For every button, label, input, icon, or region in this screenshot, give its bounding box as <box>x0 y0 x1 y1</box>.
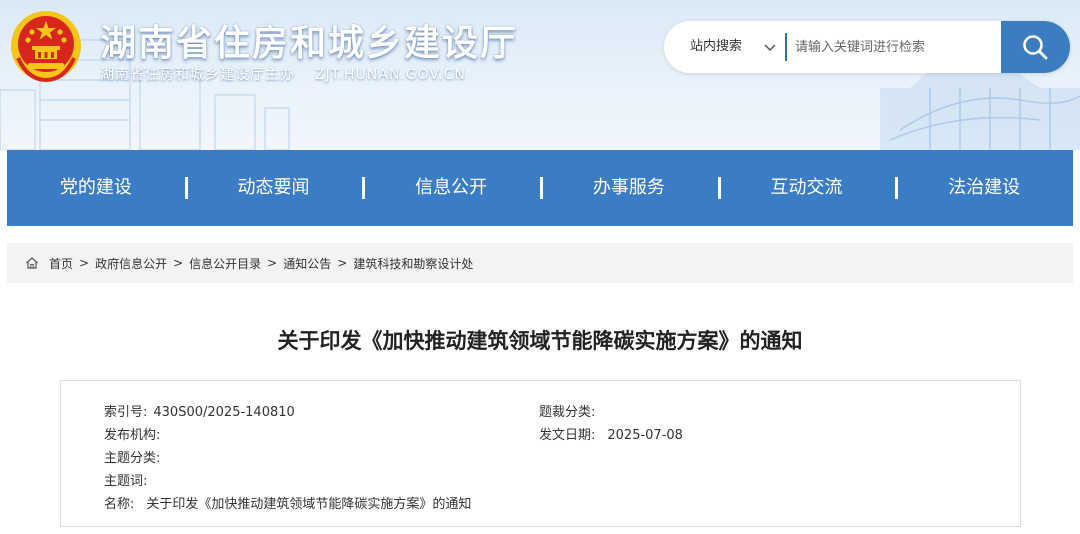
breadcrumb-separator: > <box>79 256 90 270</box>
meta-date: 发文日期: 2025-07-08 <box>539 424 683 443</box>
meta-name-label: 名称: <box>104 497 135 512</box>
nav-item-party-building[interactable]: 党的建设 <box>7 150 185 226</box>
meta-index: 索引号: 430S00/2025-140810 <box>104 401 295 420</box>
breadcrumb-separator: > <box>267 256 278 270</box>
breadcrumb-info-catalog[interactable]: 信息公开目录 <box>189 255 261 272</box>
site-header: 湖南省住房和城乡建设厅 湖南省住房和城乡建设厅主办 ZJT.HUNAN.GOV.C… <box>0 0 1080 150</box>
home-icon[interactable] <box>25 256 39 270</box>
document-metadata-box: 索引号: 430S00/2025-140810 题裁分类: 发布机构: 发文日期:… <box>60 380 1021 527</box>
breadcrumb-separator: > <box>337 256 348 270</box>
article-title: 关于印发《加快推动建筑领域节能降碳实施方案》的通知 <box>277 329 803 353</box>
nav-item-info-disclosure[interactable]: 信息公开 <box>362 150 540 226</box>
meta-date-label: 发文日期: <box>539 428 596 443</box>
nav-item-news[interactable]: 动态要闻 <box>184 150 363 226</box>
breadcrumb-notices[interactable]: 通知公告 <box>283 255 331 272</box>
main-nav: 党的建设 动态要闻 信息公开 办事服务 互动交流 法治建设 <box>7 150 1073 226</box>
breadcrumb-department[interactable]: 建筑科技和勘察设计处 <box>353 255 473 272</box>
site-domain: ZJT.HUNAN.GOV.CN <box>315 67 466 83</box>
meta-date-value: 2025-07-08 <box>607 428 683 443</box>
meta-genre: 题裁分类: <box>539 401 601 420</box>
breadcrumb-home[interactable]: 首页 <box>49 255 73 272</box>
meta-topic: 主题分类: <box>104 447 166 466</box>
site-subtitle: 湖南省住房和城乡建设厅主办 ZJT.HUNAN.GOV.CN <box>100 64 486 84</box>
meta-keywords-label: 主题词: <box>104 474 148 489</box>
meta-name-value: 关于印发《加快推动建筑领域节能降碳实施方案》的通知 <box>146 497 472 512</box>
breadcrumb-gov-info[interactable]: 政府信息公开 <box>95 255 167 272</box>
meta-org-label: 发布机构: <box>104 428 161 443</box>
search-scope-select[interactable]: 站内搜索 <box>690 21 742 73</box>
meta-index-value: 430S00/2025-140810 <box>153 405 295 420</box>
nav-item-services[interactable]: 办事服务 <box>540 150 718 226</box>
nav-item-interaction[interactable]: 互动交流 <box>717 150 896 226</box>
meta-keywords: 主题词: <box>104 470 153 489</box>
meta-name: 名称: 关于印发《加快推动建筑领域节能降碳实施方案》的通知 <box>104 493 471 512</box>
meta-org: 发布机构: <box>104 424 166 443</box>
site-search: 站内搜索 <box>664 21 1070 73</box>
meta-genre-label: 题裁分类: <box>539 405 596 420</box>
meta-index-label: 索引号: <box>104 405 148 420</box>
breadcrumb-separator: > <box>173 256 184 270</box>
nav-item-rule-of-law[interactable]: 法治建设 <box>895 150 1073 226</box>
national-emblem-icon <box>11 11 81 83</box>
search-button[interactable] <box>1001 21 1070 73</box>
breadcrumb: 首页 > 政府信息公开 > 信息公开目录 > 通知公告 > 建筑科技和勘察设计处 <box>7 243 1073 283</box>
sponsor-text: 湖南省住房和城乡建设厅主办 <box>100 67 295 83</box>
search-icon <box>1023 35 1048 60</box>
search-input[interactable] <box>795 29 995 65</box>
search-divider <box>785 33 787 61</box>
site-title: 湖南省住房和城乡建设厅 <box>100 23 519 64</box>
meta-topic-label: 主题分类: <box>104 451 161 466</box>
chevron-down-icon[interactable] <box>762 39 778 55</box>
